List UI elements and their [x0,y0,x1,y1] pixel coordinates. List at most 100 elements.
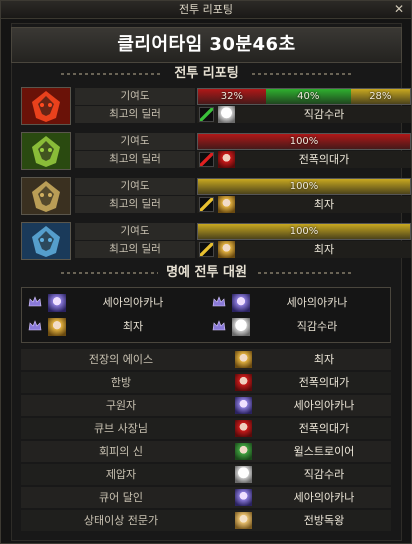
rank-crown-icon [28,295,42,309]
honor-member: 세아의아카나 [22,292,206,316]
divider-ornament-left [61,272,161,274]
title-row: 회피의 신 윌스트로이어 [21,441,391,462]
player-row: 기여도 최고의 딜러 100% 최자 [21,177,411,215]
player-row: 기여도 최고의 딜러 32% 40% 28% 직감수라 [21,87,411,125]
gold-avatar-icon [235,512,252,529]
title-row: 큐어 달인 세아의아카나 [21,487,391,508]
player-row: 기여도 최고의 딜러 100% 전폭의대가 [21,132,411,170]
best-dealer-cell: 직감수라 [197,106,411,123]
divider-ornament-right [252,73,352,75]
divider-ornament-right [252,272,352,274]
best-dealer-label: 최고의 딜러 [75,106,195,123]
contribution-segment: 100% [198,179,410,194]
contribution-bar: 100% [197,133,411,150]
title-row: 제압자 직감수라 [21,464,391,485]
green-slash-icon [199,107,214,122]
honor-section-header: 명예 전투 대원 [11,263,402,283]
honor-member-name: 세아의아카나 [102,296,164,309]
contribution-segment: 40% [265,89,351,104]
title-player-name: 윌스트로이어 [293,445,355,458]
contribution-bar: 32% 40% 28% [197,88,411,105]
red-haired-avatar-icon [235,420,252,437]
gold-slash-icon [199,242,214,257]
best-dealer-name: 직감수라 [303,108,345,121]
title-name: 제압자 [105,468,137,481]
contribution-label: 기여도 [75,223,195,240]
title-row: 전장의 에이스 최자 [21,349,391,370]
blonde-avatar-icon [218,196,235,213]
title-name: 전장의 에이스 [88,353,154,366]
violet-avatar-icon [48,294,66,312]
player-row: 기여도 최고의 딜러 100% 최자 [21,222,411,260]
title-name: 회피의 신 [99,445,143,458]
violet-avatar-icon [235,489,252,506]
report-heading: 전투 리포팅 [166,66,247,81]
title-row: 한방 전폭의대가 [21,372,391,393]
gold-horned-mask-icon [21,177,71,215]
white-haired-avatar-icon [235,466,252,483]
honor-heading: 명예 전투 대원 [158,265,255,280]
honor-member: 세아의아카나 [206,292,390,316]
green-avatar-icon [235,443,252,460]
best-dealer-label: 최고의 딜러 [75,241,195,258]
best-dealer-name: 최자 [313,198,335,211]
close-icon[interactable]: ✕ [392,2,406,16]
white-haired-avatar-icon [218,106,235,123]
report-section-header: 전투 리포팅 [11,64,402,84]
title-player-name: 전폭의대가 [298,422,350,435]
battle-report-window: 전투 리포팅 ✕ 클리어타임 30분46초 전투 리포팅 기여도 최고의 딜러 32… [0,0,412,544]
clear-time-banner: 클리어타임 30분46초 [11,27,402,63]
red-haired-avatar-icon [218,151,235,168]
title-player-name: 전폭의대가 [298,376,350,389]
title-player-name: 세아의아카나 [293,399,355,412]
best-dealer-name: 최자 [313,243,335,256]
best-dealer-cell: 최자 [197,241,411,258]
title-name: 상태이상 전문가 [83,514,159,527]
blonde-avatar-icon [235,351,252,368]
title-row: 구원자 세아의아카나 [21,395,391,416]
white-haired-avatar-icon [232,318,250,336]
violet-avatar-icon [235,397,252,414]
clear-time-text: 클리어타임 30분46초 [117,34,296,55]
contribution-segment: 100% [198,224,410,239]
blonde-avatar-icon [218,241,235,258]
title-name: 구원자 [105,399,137,412]
green-winged-mask-icon [21,132,71,170]
divider-ornament-left [61,73,161,75]
best-dealer-label: 최고의 딜러 [75,151,195,168]
contribution-label: 기여도 [75,178,195,195]
red-flame-mask-icon [21,87,71,125]
honor-member-name: 세아의아카나 [286,296,348,309]
red-haired-avatar-icon [235,374,252,391]
honor-member: 직감수라 [206,316,390,340]
honor-members-panel: 세아의아카나 세아의아카나최자 직감수라 [21,287,391,343]
title-row: 큐브 사장님 전폭의대가 [21,418,391,439]
title-player-name: 전방독왕 [303,514,345,527]
honor-member-name: 직감수라 [296,320,338,333]
best-dealer-cell: 최자 [197,196,411,213]
title-name: 큐브 사장님 [93,422,149,435]
rank-crown-icon [212,295,226,309]
best-dealer-cell: 전폭의대가 [197,151,411,168]
red-slash-icon [199,152,214,167]
contribution-bar: 100% [197,178,411,195]
window-title: 전투 리포팅 [178,3,234,16]
gold-slash-icon [199,197,214,212]
violet-avatar-icon [232,294,250,312]
best-dealer-name: 전폭의대가 [298,153,350,166]
contribution-segment: 100% [198,134,410,149]
contribution-bar: 100% [197,223,411,240]
contribution-label: 기여도 [75,88,195,105]
title-player-name: 직감수라 [303,468,345,481]
best-dealer-label: 최고의 딜러 [75,196,195,213]
honor-member-name: 최자 [122,320,144,333]
rank-crown-icon [28,319,42,333]
title-player-name: 세아의아카나 [293,491,355,504]
contribution-segment: 32% [198,89,266,104]
titles-list: 전장의 에이스 최자 한방 전폭의대가 구원자 세아의아카나 큐브 사장님 전폭의대가 회피의 … [21,349,391,533]
title-player-name: 최자 [313,353,335,366]
contribution-segment: 28% [350,89,410,104]
contribution-label: 기여도 [75,133,195,150]
blue-winged-mask-icon [21,222,71,260]
title-bar[interactable]: 전투 리포팅 ✕ [1,1,411,19]
